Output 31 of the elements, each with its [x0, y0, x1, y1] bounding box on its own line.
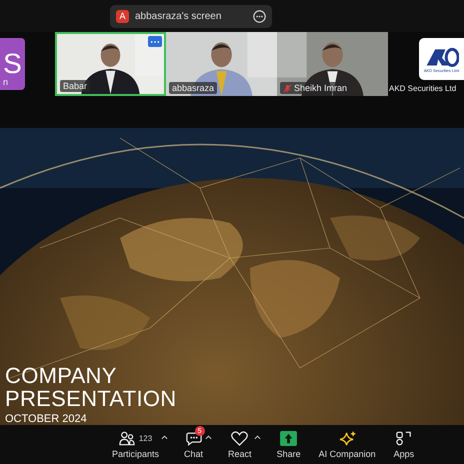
share-button[interactable]: Share: [274, 430, 303, 459]
participant-tile[interactable]: S n: [0, 38, 25, 90]
slide-title: PRESENTATION: [5, 387, 176, 410]
caret-icon[interactable]: [161, 435, 168, 440]
slide-title: COMPANY: [5, 364, 118, 387]
participant-count: 123: [138, 434, 152, 442]
screen-share-banner[interactable]: A abbasraza's screen: [110, 4, 272, 28]
ai-button[interactable]: AI Companion: [316, 430, 378, 459]
participants-button[interactable]: 123 Participants: [110, 430, 162, 459]
caret-icon[interactable]: [254, 435, 261, 440]
video-tile[interactable]: abbasraza: [166, 32, 277, 96]
more-icon: [150, 40, 160, 44]
people-icon: [118, 430, 135, 446]
participant-name: abbasraza: [169, 82, 218, 94]
apps-button[interactable]: Apps: [392, 430, 416, 459]
sparkle-icon: [338, 430, 356, 446]
participant-name: Babar: [60, 80, 90, 92]
heart-icon: [231, 430, 248, 446]
more-icon[interactable]: [253, 10, 266, 22]
share-title: abbasraza's screen: [135, 10, 222, 22]
video-tile[interactable]: Babar: [55, 32, 166, 96]
apps-icon: [396, 430, 412, 446]
logo-icon: [424, 46, 458, 68]
react-button[interactable]: React: [226, 430, 254, 459]
slide-subtitle: OCTOBER 2024: [5, 413, 88, 425]
video-tile[interactable]: Sheikh Imran: [277, 32, 388, 96]
share-icon: [280, 430, 298, 446]
caret-icon[interactable]: [205, 435, 212, 440]
more-button[interactable]: [148, 36, 162, 47]
participant-name: AKD Securities Ltd: [389, 83, 456, 94]
avatar-badge: A: [116, 10, 129, 22]
